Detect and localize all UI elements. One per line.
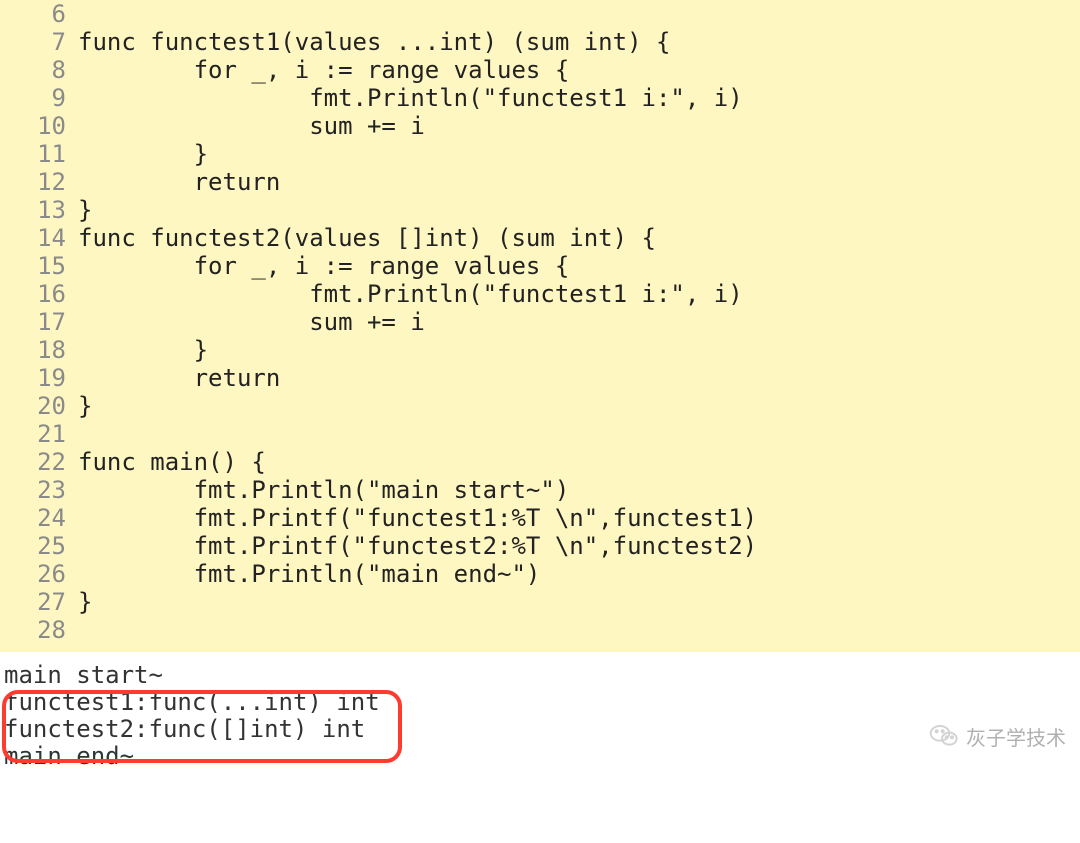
code-line: 24 fmt.Printf("functest1:%T \n",functest…: [0, 504, 1080, 532]
code-text: return: [78, 168, 280, 196]
line-number: 14: [0, 224, 78, 252]
code-line: 17 sum += i: [0, 308, 1080, 336]
code-text: func functest1(values ...int) (sum int) …: [78, 28, 670, 56]
line-number: 11: [0, 140, 78, 168]
code-line: 25 fmt.Printf("functest2:%T \n",functest…: [0, 532, 1080, 560]
line-number: 9: [0, 84, 78, 112]
code-text: fmt.Println("main end~"): [78, 560, 540, 588]
code-line: 9 fmt.Println("functest1 i:", i): [0, 84, 1080, 112]
code-text: fmt.Println("functest1 i:", i): [78, 84, 743, 112]
code-text: for _, i := range values {: [78, 56, 569, 84]
code-text: }: [78, 196, 92, 224]
wechat-icon: [928, 720, 960, 752]
code-text: sum += i: [78, 308, 425, 336]
output-line: functest2:func([]int) int: [4, 716, 1076, 743]
code-text: }: [78, 140, 208, 168]
code-text: fmt.Printf("functest2:%T \n",functest2): [78, 532, 757, 560]
code-line: 20}: [0, 392, 1080, 420]
code-line: 23 fmt.Println("main start~"): [0, 476, 1080, 504]
code-line: 6: [0, 0, 1080, 28]
line-number: 25: [0, 532, 78, 560]
code-line: 16 fmt.Println("functest1 i:", i): [0, 280, 1080, 308]
code-line: 7func functest1(values ...int) (sum int)…: [0, 28, 1080, 56]
line-number: 18: [0, 336, 78, 364]
code-line: 27}: [0, 588, 1080, 616]
line-number: 7: [0, 28, 78, 56]
line-number: 20: [0, 392, 78, 420]
code-line: 10 sum += i: [0, 112, 1080, 140]
line-number: 22: [0, 448, 78, 476]
code-line: 12 return: [0, 168, 1080, 196]
line-number: 23: [0, 476, 78, 504]
output-line: main start~: [4, 662, 1076, 689]
code-text: fmt.Println("functest1 i:", i): [78, 280, 743, 308]
code-line: 28: [0, 616, 1080, 644]
code-text: }: [78, 392, 92, 420]
code-line: 19 return: [0, 364, 1080, 392]
watermark-text: 灰子学技术: [966, 722, 1066, 751]
line-number: 6: [0, 0, 78, 28]
code-line: 21: [0, 420, 1080, 448]
code-text: func main() {: [78, 448, 266, 476]
code-editor: 67func functest1(values ...int) (sum int…: [0, 0, 1080, 652]
code-line: 26 fmt.Println("main end~"): [0, 560, 1080, 588]
code-text: func functest2(values []int) (sum int) {: [78, 224, 656, 252]
code-text: }: [78, 336, 208, 364]
code-text: return: [78, 364, 280, 392]
line-number: 24: [0, 504, 78, 532]
code-text: }: [78, 588, 92, 616]
code-text: for _, i := range values {: [78, 252, 569, 280]
line-number: 12: [0, 168, 78, 196]
output-line: main end~: [4, 743, 1076, 770]
code-line: 13}: [0, 196, 1080, 224]
code-line: 8 for _, i := range values {: [0, 56, 1080, 84]
watermark: 灰子学技术: [928, 720, 1066, 752]
line-number: 16: [0, 280, 78, 308]
line-number: 19: [0, 364, 78, 392]
line-number: 8: [0, 56, 78, 84]
line-number: 10: [0, 112, 78, 140]
line-number: 21: [0, 420, 78, 448]
line-number: 26: [0, 560, 78, 588]
code-text: fmt.Printf("functest1:%T \n",functest1): [78, 504, 757, 532]
code-line: 15 for _, i := range values {: [0, 252, 1080, 280]
code-line: 11 }: [0, 140, 1080, 168]
output-line: functest1:func(...int) int: [4, 689, 1076, 716]
line-number: 27: [0, 588, 78, 616]
code-text: sum += i: [78, 112, 425, 140]
code-line: 22func main() {: [0, 448, 1080, 476]
code-line: 14func functest2(values []int) (sum int)…: [0, 224, 1080, 252]
line-number: 28: [0, 616, 78, 644]
code-text: fmt.Println("main start~"): [78, 476, 569, 504]
terminal-output: main start~ functest1:func(...int) int f…: [0, 652, 1080, 770]
line-number: 13: [0, 196, 78, 224]
line-number: 15: [0, 252, 78, 280]
line-number: 17: [0, 308, 78, 336]
code-line: 18 }: [0, 336, 1080, 364]
